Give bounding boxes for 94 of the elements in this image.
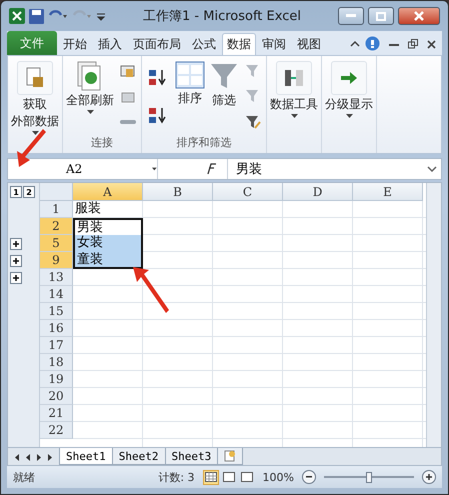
status-text: 就绪 [13, 470, 35, 484]
column-header[interactable]: E [353, 183, 423, 201]
expand-group-button[interactable] [10, 272, 22, 284]
plus-icon [13, 258, 19, 264]
ribbon-button[interactable]: 全部刷新 [66, 59, 114, 135]
ribbon-tab[interactable]: 公式 [187, 33, 221, 55]
advanced-filter-icon[interactable] [245, 114, 261, 130]
sheet-tab[interactable]: Sheet1 [59, 448, 113, 465]
ribbon-tab[interactable]: 审阅 [257, 33, 291, 55]
table-cell[interactable]: 女装 [73, 235, 143, 252]
zoom-out-button[interactable] [302, 470, 316, 484]
skip-arrow-icon[interactable] [47, 454, 53, 461]
document-icon [25, 67, 45, 89]
column-header[interactable]: A [73, 183, 143, 201]
minimize-button[interactable] [338, 7, 364, 25]
sheet-view-icon [240, 472, 253, 482]
help-icon[interactable] [365, 36, 380, 51]
minimize-icon [346, 14, 356, 18]
zoom-level[interactable]: 100% [262, 470, 294, 484]
row-header[interactable]: 13 [40, 269, 73, 286]
row-header[interactable]: 5 [40, 235, 73, 252]
new-sheet-icon [224, 450, 236, 462]
ribbon-button[interactable]: 排序 [175, 59, 205, 135]
column-header[interactable]: D [283, 183, 353, 201]
ribbon-tab[interactable]: 数据 [222, 33, 256, 55]
customize-toolbar-icon[interactable] [96, 11, 106, 21]
window-title: 工作簿1 - Microsoft Excel [142, 8, 302, 25]
zoom-in-button[interactable] [422, 470, 436, 484]
maximize-icon [376, 12, 386, 20]
row-header[interactable]: 20 [40, 388, 73, 405]
expand-group-button[interactable] [10, 238, 22, 250]
ribbon-button[interactable]: 筛选 [209, 59, 239, 135]
outline-level-button[interactable]: 2 [23, 186, 35, 198]
data-tools-icon [283, 67, 305, 89]
close-icon [414, 11, 424, 21]
skip-arrow-icon[interactable] [14, 454, 20, 461]
group-label: 排序和筛选 [176, 135, 232, 151]
arrow-icon [340, 71, 358, 85]
funnel-icon [209, 61, 239, 91]
sort-icon [175, 61, 205, 89]
save-icon[interactable] [29, 8, 44, 24]
ribbon-button[interactable]: 数据工具 [270, 59, 318, 135]
column-header[interactable]: B [143, 183, 213, 201]
arrow-annotation [133, 267, 169, 313]
column-header[interactable]: C [213, 183, 283, 201]
page-layout-button[interactable] [220, 470, 237, 484]
collapse-ribbon-icon[interactable] [350, 40, 360, 48]
row-header[interactable]: 15 [40, 303, 73, 320]
vertical-scrollbar[interactable] [426, 183, 441, 447]
sheet-tab[interactable]: Sheet2 [112, 448, 166, 465]
table-cell[interactable]: 男装 [73, 218, 143, 235]
maximize-button[interactable] [368, 7, 394, 25]
normal-view-button[interactable] [202, 470, 219, 484]
ribbon-button[interactable]: 分级显示 [325, 59, 373, 135]
ribbon-tab[interactable]: 视图 [292, 33, 326, 55]
minimize-icon[interactable] [389, 41, 399, 49]
row-header[interactable]: 9 [40, 252, 73, 269]
row-header[interactable]: 17 [40, 337, 73, 354]
row-header[interactable]: 14 [40, 286, 73, 303]
expand-group-button[interactable] [10, 254, 22, 266]
outline-level-button[interactable]: 1 [10, 186, 22, 198]
connection-icon[interactable] [120, 64, 136, 79]
row-header[interactable]: 16 [40, 320, 73, 337]
plus-icon [13, 274, 19, 280]
file-tab[interactable]: 文件 [7, 31, 57, 55]
row-header[interactable]: 18 [40, 354, 73, 371]
row-header[interactable]: 22 [40, 422, 73, 439]
sheet-view-icon [204, 472, 217, 482]
plus-icon [426, 474, 432, 480]
close-icon[interactable] [427, 40, 436, 49]
row-header[interactable]: 19 [40, 371, 73, 388]
row-header[interactable]: 21 [40, 405, 73, 422]
excel-logo-icon [9, 8, 25, 24]
sheet-view-icon [222, 472, 235, 482]
row-header[interactable]: 1 [40, 201, 73, 218]
table-cell[interactable]: 服装 [73, 201, 143, 218]
ribbon-tab[interactable]: 插入 [93, 33, 127, 55]
minus-icon [306, 476, 312, 478]
table-cell[interactable]: 童装 [73, 252, 143, 269]
sheet-tab[interactable]: Sheet3 [164, 448, 218, 465]
refresh-icon [77, 61, 103, 91]
arrow-annotation [17, 129, 47, 169]
ribbon-button[interactable]: 获取 外部数据 [11, 59, 59, 135]
page-break-button[interactable] [238, 470, 255, 484]
row-header[interactable]: 2 [40, 218, 73, 235]
ribbon-tab[interactable]: 开始 [58, 33, 92, 55]
plus-icon [13, 240, 19, 246]
restore-icon[interactable] [408, 39, 418, 49]
ribbon-tab[interactable]: 页面布局 [128, 33, 186, 55]
group-label: 连接 [90, 135, 114, 151]
close-button[interactable] [398, 7, 440, 25]
insert-sheet-tab[interactable] [217, 448, 244, 465]
count-text: 计数: 3 [158, 470, 195, 484]
properties-icon[interactable] [120, 90, 136, 104]
